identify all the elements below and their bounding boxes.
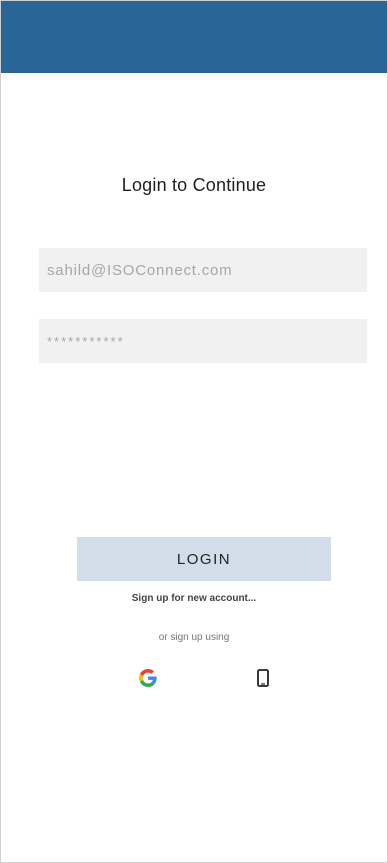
phone-icon <box>257 669 269 687</box>
signup-link[interactable]: Sign up for new account... <box>1 593 387 604</box>
alternative-signup-label: or sign up using <box>158 632 230 643</box>
email-input[interactable] <box>39 248 367 292</box>
google-icon <box>139 669 157 687</box>
app-bar <box>1 1 387 73</box>
login-title: Login to Continue <box>121 175 267 195</box>
google-signup-button[interactable] <box>136 666 160 690</box>
login-screen: Login to Continue LOGIN Sign up for new … <box>0 0 388 863</box>
phone-signup-button[interactable] <box>251 666 275 690</box>
login-button[interactable]: LOGIN <box>77 537 331 581</box>
password-input[interactable] <box>39 319 367 363</box>
